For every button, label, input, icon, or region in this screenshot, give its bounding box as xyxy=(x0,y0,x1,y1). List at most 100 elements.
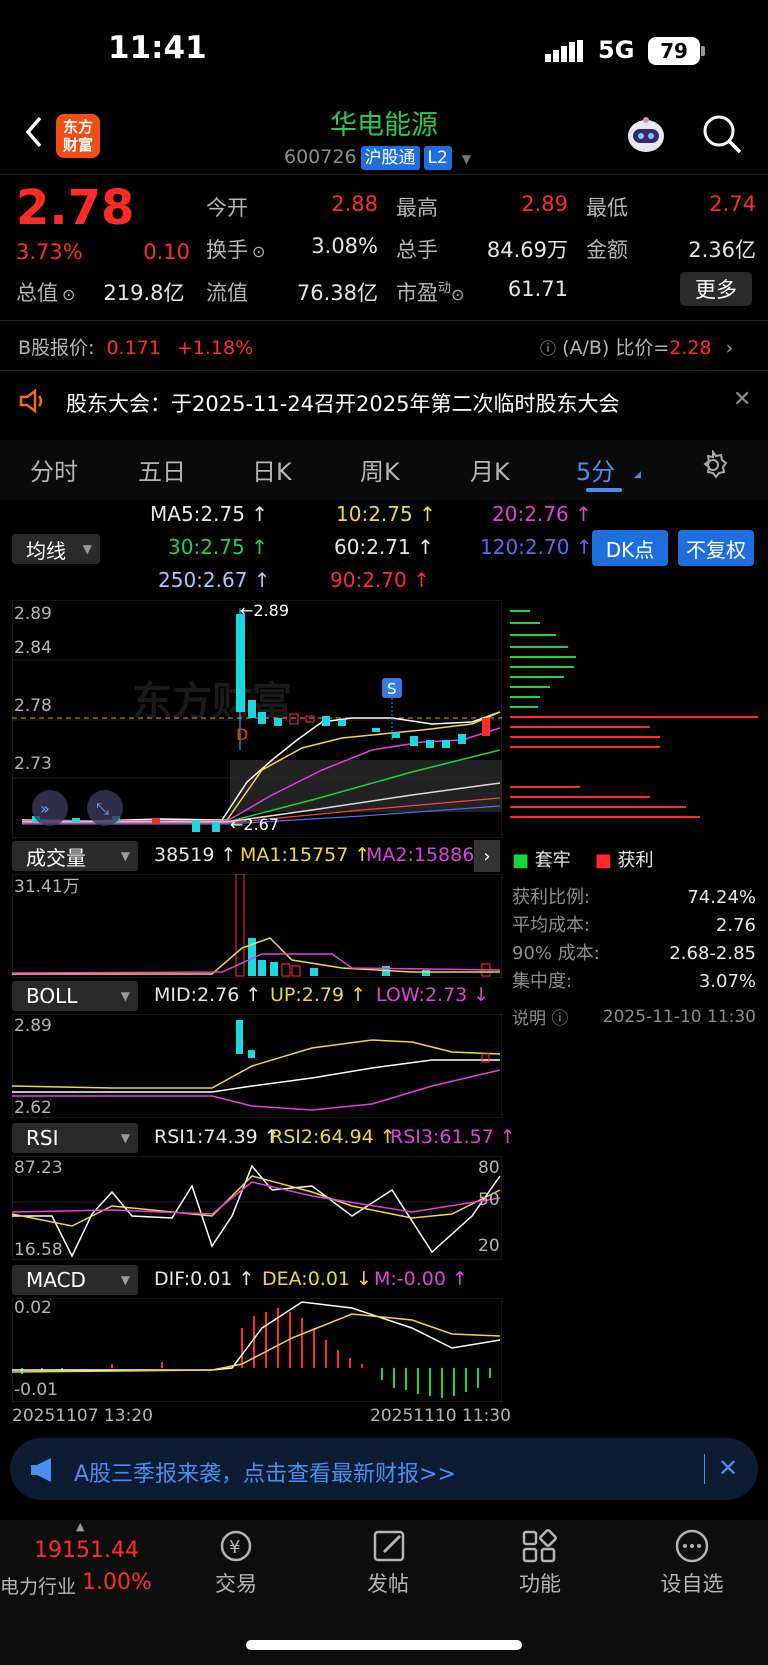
ab-ratio[interactable]: ⓘ (A/B) 比价=2.28 › xyxy=(540,333,733,360)
chevron-right-icon[interactable]: › xyxy=(474,840,500,872)
notice-text[interactable]: 股东大会：于2025-11-24召开2025年第二次临时股东大会 xyxy=(66,388,619,418)
chip-note-row[interactable]: 说明 ⓘ 2025-11-10 11:30 xyxy=(512,1004,756,1030)
chip-stats: 获利比例: 74.24% 平均成本: 2.76 90% 成本: 2.68-2.85 集… xyxy=(512,884,756,996)
kline-chart[interactable]: 东方财富 ←2.89 ←2.67 D S » ⤡ xyxy=(12,600,502,838)
open-value: 2.88 xyxy=(331,192,378,216)
boll-selector[interactable]: BOLL ▼ xyxy=(12,981,138,1011)
banner-text[interactable]: A股三季报来袭，点击查看最新财报>> xyxy=(74,1456,456,1488)
adjust-button[interactable]: 不复权 xyxy=(678,530,754,566)
macd-m: M:-0.00 ↑ xyxy=(374,1268,468,1290)
ma60-label: 60:2.71 ↑ xyxy=(334,535,434,559)
post-icon[interactable] xyxy=(370,1528,410,1564)
tab-intraday[interactable]: 分时 xyxy=(30,452,78,487)
boll-low: LOW:2.73 ↓ xyxy=(376,984,490,1006)
volume-chart xyxy=(12,874,502,978)
dropdown-icon: ▼ xyxy=(461,152,472,166)
rsi-y-max: 87.23 xyxy=(14,1158,63,1178)
tab-monthly-k[interactable]: 月K xyxy=(470,452,510,487)
ma30-label: 30:2.75 ↑ xyxy=(168,535,268,559)
help-icon: ⓘ xyxy=(540,339,557,358)
amount-label: 金额 xyxy=(586,238,628,262)
rsi-y-min: 16.58 xyxy=(14,1240,63,1260)
ma90-label: 90:2.70 ↑ xyxy=(330,568,430,592)
ma-selector[interactable]: 均线 ▼ xyxy=(12,534,100,564)
y-axis-2.89: 2.89 xyxy=(14,604,52,624)
tab-underline xyxy=(586,488,622,492)
network-type: 5G xyxy=(598,36,635,64)
volume-selector[interactable]: 成交量 ▼ xyxy=(12,841,138,871)
chip-legend: ■ 套牢 ■ 获利 xyxy=(512,850,654,871)
chip-profit-ratio: 获利比例: 74.24% xyxy=(512,887,756,908)
macd-chart xyxy=(12,1298,502,1402)
volume-value: 84.69万 xyxy=(486,238,568,262)
rsi-selector[interactable]: RSI ▼ xyxy=(12,1123,138,1153)
volume-y-max: 31.41万 xyxy=(14,877,80,897)
boll-y-max: 2.89 xyxy=(14,1016,52,1036)
close-icon[interactable]: ✕ xyxy=(733,387,751,412)
y-axis-2.73: 2.73 xyxy=(14,754,52,774)
more-button[interactable]: 更多 xyxy=(680,272,752,306)
trade-icon[interactable]: ¥ xyxy=(216,1528,256,1564)
rsi3-value: RSI3:61.57 ↑ xyxy=(390,1126,516,1148)
macd-dea: DEA:0.01 ↓ xyxy=(262,1268,372,1290)
boll-mid: MID:2.76 ↑ xyxy=(154,984,262,1006)
tag-hgt: 沪股通 xyxy=(360,146,420,170)
turnover-label: 换手 ⊙ xyxy=(206,238,266,262)
tab-weekly-k[interactable]: 周K xyxy=(360,452,400,487)
ma5-label: MA5:2.75 ↑ xyxy=(150,502,269,526)
index-name[interactable]: 电力行业 xyxy=(0,1572,76,1599)
b-share-quote[interactable]: B股报价: 0.171 +1.18% xyxy=(18,333,253,360)
tab-add-watch[interactable]: 设自选 xyxy=(642,1568,742,1598)
pe-label: 市盈动⊙ xyxy=(396,281,465,305)
float-label: 流值 xyxy=(206,281,248,305)
boll-y-min: 2.62 xyxy=(14,1098,52,1118)
function-icon[interactable] xyxy=(520,1528,560,1564)
caret-up-icon: ▲ xyxy=(76,1520,85,1533)
tab-post[interactable]: 发帖 xyxy=(338,1568,438,1598)
low-value: 2.74 xyxy=(709,192,756,216)
change-amount: 0.10 xyxy=(143,240,190,264)
macd-selector[interactable]: MACD ▼ xyxy=(12,1265,138,1295)
megaphone-icon xyxy=(31,1458,51,1482)
d-marker: D xyxy=(236,725,248,744)
tab-function[interactable]: 功能 xyxy=(490,1568,590,1598)
high-label: 最高 xyxy=(396,196,438,220)
gear-icon[interactable] xyxy=(698,450,728,480)
battery-tip xyxy=(701,46,705,56)
macd-dif: DIF:0.01 ↑ xyxy=(154,1268,255,1290)
date-start: 20251107 13:20 xyxy=(12,1406,153,1426)
open-label: 今开 xyxy=(206,196,248,220)
high-marker: ←2.89 xyxy=(240,601,289,620)
s-marker: S xyxy=(387,680,397,698)
float-value: 76.38亿 xyxy=(296,281,378,305)
volume-label: 总手 xyxy=(396,238,438,262)
close-icon[interactable]: ✕ xyxy=(718,1454,738,1482)
stock-code-row[interactable]: 600726 沪股通 L2 ▼ xyxy=(284,146,471,170)
chip-avg-cost: 平均成本: 2.76 xyxy=(512,915,756,936)
chip-distribution-chart xyxy=(510,610,758,818)
ma120-label: 120:2.70 ↑ xyxy=(480,535,593,559)
svg-text:⤡: ⤡ xyxy=(96,799,109,818)
search-icon[interactable] xyxy=(700,112,744,156)
home-indicator[interactable] xyxy=(246,1640,522,1650)
tab-five-day[interactable]: 五日 xyxy=(138,452,186,487)
tab-trade[interactable]: 交易 xyxy=(186,1568,286,1598)
tab-caret-icon: ◢ xyxy=(634,470,641,480)
more-dots-icon[interactable] xyxy=(672,1528,712,1564)
tab-daily-k[interactable]: 日K xyxy=(252,452,292,487)
volume-ma2: MA2:15886 xyxy=(366,844,475,866)
tab-5min[interactable]: 5分 xyxy=(576,452,615,487)
index-pct[interactable]: 1.00% xyxy=(82,1570,152,1595)
svg-text:»: » xyxy=(40,799,50,818)
svg-text:¥: ¥ xyxy=(229,1537,240,1558)
volume-ma1: MA1:15757 ↑ xyxy=(240,844,371,866)
index-value[interactable]: 19151.44 xyxy=(34,1538,139,1563)
rsi-line-80: 80 xyxy=(478,1158,500,1178)
pe-value: 61.71 xyxy=(507,277,568,301)
high-value: 2.89 xyxy=(521,192,568,216)
dk-button[interactable]: DK点 xyxy=(592,530,668,566)
robot-assistant-icon[interactable] xyxy=(624,114,668,158)
market-cap: 总值 ⊙ 219.8亿 xyxy=(16,281,185,305)
boll-up: UP:2.79 ↑ xyxy=(270,984,367,1006)
rsi2-value: RSI2:64.94 ↑ xyxy=(270,1126,396,1148)
